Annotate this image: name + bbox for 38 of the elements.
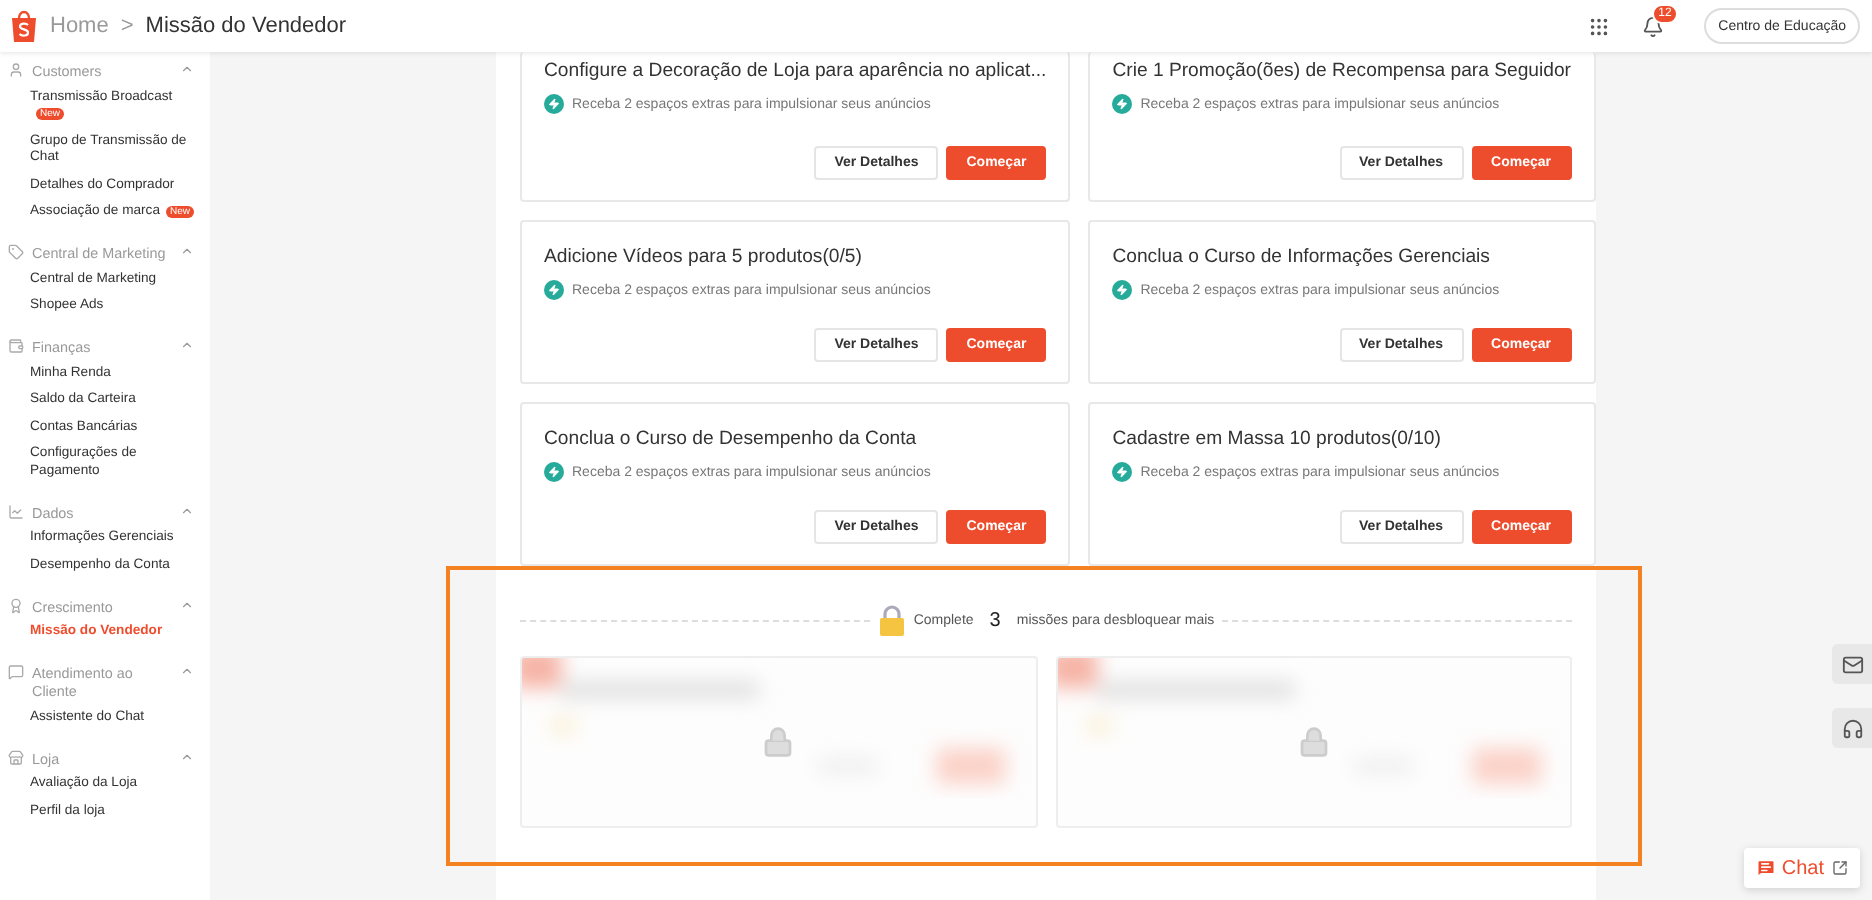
logo-icon[interactable] [10,10,38,42]
boost-icon [544,280,564,300]
headset-icon[interactable] [1832,708,1872,748]
wallet-icon [8,338,24,354]
chevron-up-icon[interactable] [180,749,194,763]
chevron-up-icon[interactable] [180,664,194,678]
mission-title: Conclua o Curso de Desempenho da Conta [544,428,919,450]
boost-icon [544,94,564,114]
boost-icon [1112,280,1133,300]
breadcrumb-separator: > [120,14,134,38]
chat-bubble-icon [1755,858,1776,878]
page-title: Missão do Vendedor [145,14,347,38]
notification-bell-icon[interactable] [1642,15,1665,37]
chevron-up-icon[interactable] [180,597,194,611]
store-icon [8,749,24,765]
apps-grid-icon[interactable] [1588,15,1611,37]
award-icon [8,597,24,613]
chevron-up-icon[interactable] [180,244,194,258]
mission-title: Configure a Decoração de Loja para aparência no aplicat... [544,60,1047,82]
boost-icon [1112,94,1133,114]
mission-title: Cadastre em Massa 10 produtos(0/10) [1112,428,1443,450]
padlock-icon [877,604,906,636]
user-icon [8,62,24,78]
speech-bubble-icon [8,664,24,680]
tag-icon [8,244,24,260]
boost-icon [1112,462,1133,482]
mission-title: Conclua o Curso de Informações Gerenciais [1112,246,1492,268]
mail-icon[interactable] [1832,644,1872,684]
missions-remaining-count: 3 [989,609,1001,631]
mission-title: Adicione Vídeos para 5 produtos(0/5) [544,246,864,268]
chevron-up-icon[interactable] [180,503,194,517]
mission-title: Crie 1 Promoção(ões) de Recompensa para Seguidor [1112,60,1572,82]
chevron-up-icon[interactable] [180,338,194,352]
chart-icon [8,503,24,519]
expand-icon[interactable] [1832,860,1848,876]
chat-button[interactable]: Chat [1755,857,1824,879]
boost-icon [544,462,564,482]
chevron-up-icon[interactable] [180,62,194,76]
